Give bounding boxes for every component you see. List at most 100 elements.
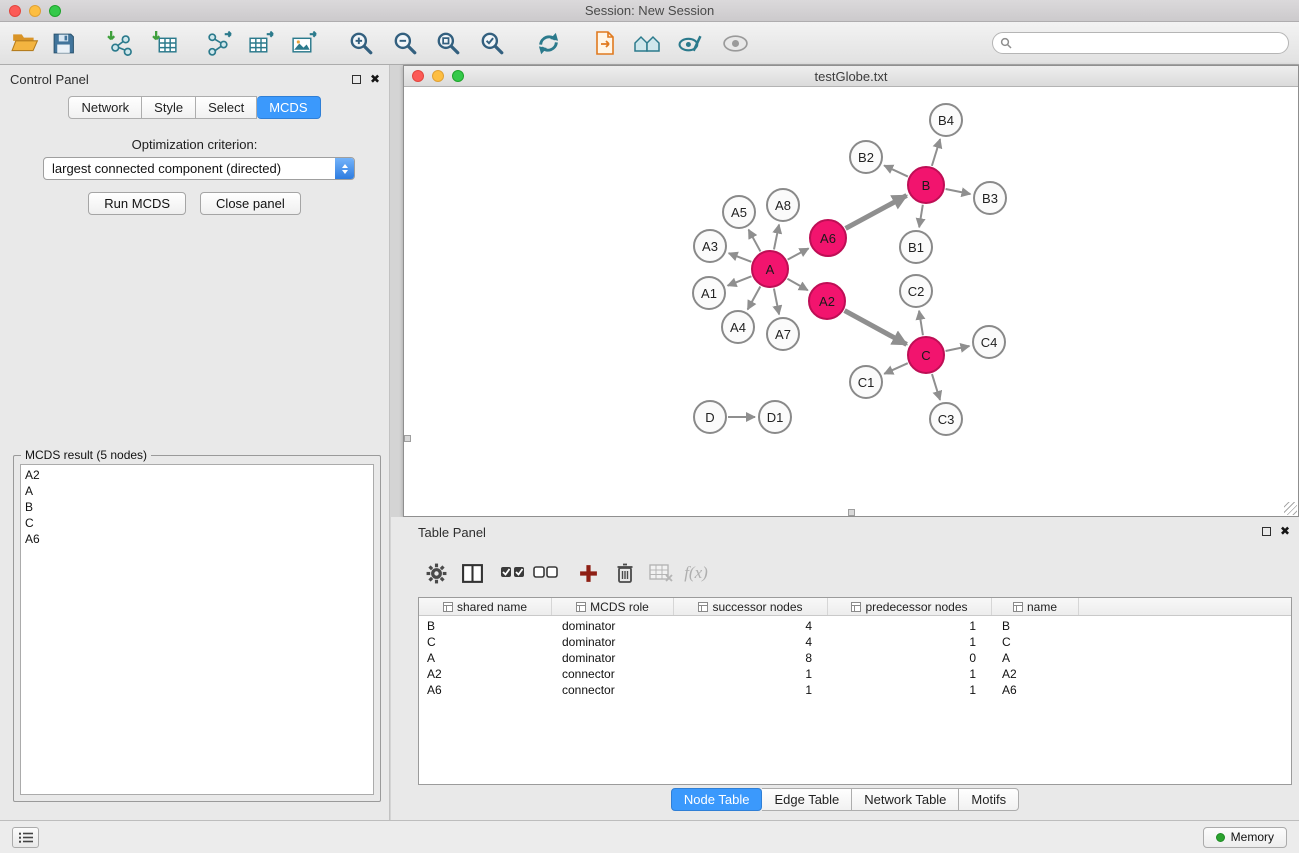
dropdown-stepper-icon[interactable] — [335, 158, 354, 179]
network-edge-A-A8[interactable] — [774, 225, 779, 250]
tab-node-table[interactable]: Node Table — [671, 788, 763, 811]
network-node-A7[interactable]: A7 — [766, 317, 800, 351]
mcds-result-list[interactable]: A2ABCA6 — [20, 464, 374, 795]
table-cell: 1 — [828, 666, 992, 682]
document-arrow-icon[interactable] — [588, 26, 622, 60]
network-node-B[interactable]: B — [907, 166, 945, 204]
columns-icon[interactable] — [457, 558, 487, 588]
network-node-C4[interactable]: C4 — [972, 325, 1006, 359]
network-edge-A-A4[interactable] — [748, 287, 761, 310]
table-float-panel-icon[interactable] — [1262, 527, 1271, 536]
tab-edge-table[interactable]: Edge Table — [762, 788, 852, 811]
network-edge-A-A5[interactable] — [749, 230, 761, 252]
column-header-shared-name[interactable]: shared name — [419, 598, 552, 615]
network-node-A4[interactable]: A4 — [721, 310, 755, 344]
network-edge-A-A7[interactable] — [774, 289, 779, 315]
network-edge-C-C2[interactable] — [919, 311, 923, 335]
network-node-C2[interactable]: C2 — [899, 274, 933, 308]
tab-network-table[interactable]: Network Table — [852, 788, 959, 811]
mcds-result-item[interactable]: A — [25, 483, 369, 499]
export-table-icon[interactable] — [243, 26, 277, 60]
task-history-button[interactable] — [12, 827, 39, 848]
close-panel-button[interactable]: Close panel — [200, 192, 301, 215]
network-node-D[interactable]: D — [693, 400, 727, 434]
network-node-C[interactable]: C — [907, 336, 945, 374]
import-table-icon[interactable] — [148, 26, 182, 60]
network-node-B1[interactable]: B1 — [899, 230, 933, 264]
mcds-result-item[interactable]: A6 — [25, 531, 369, 547]
tab-select[interactable]: Select — [196, 96, 257, 119]
save-icon[interactable] — [46, 26, 80, 60]
network-node-C3[interactable]: C3 — [929, 402, 963, 436]
mcds-result-item[interactable]: C — [25, 515, 369, 531]
network-edge-B-B3[interactable] — [946, 189, 971, 194]
close-panel-icon[interactable]: ✖ — [370, 73, 380, 85]
network-node-A8[interactable]: A8 — [766, 188, 800, 222]
optimization-criterion-dropdown[interactable]: largest connected component (directed) — [43, 157, 355, 180]
column-header-successor-nodes[interactable]: successor nodes — [674, 598, 828, 615]
network-edge-A6-B[interactable] — [846, 195, 907, 228]
search-box[interactable] — [992, 32, 1289, 54]
table-row[interactable]: A2connector11A2 — [419, 666, 1291, 682]
table-row[interactable]: Bdominator41B — [419, 618, 1291, 634]
table-row[interactable]: A6connector11A6 — [419, 682, 1291, 698]
column-header-predecessor-nodes[interactable]: predecessor nodes — [828, 598, 992, 615]
network-node-D1[interactable]: D1 — [758, 400, 792, 434]
network-canvas[interactable]: B4 B2 B B3 A5 A8 A6 B1 A3 A C2 A1 A2 A4 A7 C4 C C1 C3 D D1 — [404, 87, 1298, 516]
network-edge-B-B2[interactable] — [884, 165, 908, 176]
network-edge-B-B1[interactable] — [919, 205, 923, 228]
zoom-fit-icon[interactable] — [431, 26, 465, 60]
import-network-icon[interactable] — [103, 26, 137, 60]
zoom-in-icon[interactable] — [344, 26, 378, 60]
run-mcds-button[interactable]: Run MCDS — [88, 192, 186, 215]
network-node-B2[interactable]: B2 — [849, 140, 883, 174]
column-header-MCDS-role[interactable]: MCDS role — [552, 598, 674, 615]
zoom-out-icon[interactable] — [388, 26, 422, 60]
trash-icon[interactable] — [610, 558, 640, 588]
table-row[interactable]: Adominator80A — [419, 650, 1291, 666]
tab-mcds[interactable]: MCDS — [257, 96, 320, 119]
add-column-icon[interactable] — [573, 558, 603, 588]
network-edge-A-A6[interactable] — [788, 248, 809, 259]
network-node-B3[interactable]: B3 — [973, 181, 1007, 215]
tab-style[interactable]: Style — [142, 96, 196, 119]
eye-icon[interactable] — [718, 26, 752, 60]
network-edge-A2-C[interactable] — [845, 311, 907, 345]
unselect-all-icon[interactable] — [531, 558, 561, 588]
float-panel-icon[interactable] — [352, 75, 361, 84]
table-row[interactable]: Cdominator41C — [419, 634, 1291, 650]
network-node-B4[interactable]: B4 — [929, 103, 963, 137]
houses-icon[interactable] — [630, 26, 664, 60]
mcds-result-item[interactable]: B — [25, 499, 369, 515]
open-folder-icon[interactable] — [8, 26, 42, 60]
network-edge-B-B4[interactable] — [932, 139, 940, 166]
network-edge-C-C1[interactable] — [884, 363, 908, 374]
network-edge-A-A2[interactable] — [787, 279, 807, 290]
export-network-icon[interactable] — [201, 26, 235, 60]
network-node-A3[interactable]: A3 — [693, 229, 727, 263]
network-node-A2[interactable]: A2 — [808, 282, 846, 320]
tab-motifs[interactable]: Motifs — [959, 788, 1019, 811]
refresh-icon[interactable] — [531, 26, 565, 60]
network-edge-C-C3[interactable] — [932, 374, 940, 400]
zoom-selected-icon[interactable] — [475, 26, 509, 60]
memory-button[interactable]: Memory — [1203, 827, 1287, 848]
network-node-A5[interactable]: A5 — [722, 195, 756, 229]
network-node-A1[interactable]: A1 — [692, 276, 726, 310]
gear-icon[interactable] — [421, 558, 451, 588]
network-edge-C-C4[interactable] — [946, 346, 970, 351]
network-node-A[interactable]: A — [751, 250, 789, 288]
export-image-icon[interactable] — [286, 26, 320, 60]
node-table: shared nameMCDS rolesuccessor nodesprede… — [418, 597, 1292, 785]
network-edge-A-A3[interactable] — [729, 253, 752, 262]
mcds-result-item[interactable]: A2 — [25, 467, 369, 483]
eye-pencil-icon[interactable] — [673, 26, 707, 60]
network-node-C1[interactable]: C1 — [849, 365, 883, 399]
search-input[interactable] — [1012, 34, 1288, 52]
table-close-panel-icon[interactable]: ✖ — [1280, 525, 1290, 537]
tab-network[interactable]: Network — [68, 96, 142, 119]
network-node-A6[interactable]: A6 — [809, 219, 847, 257]
network-edge-A-A1[interactable] — [728, 276, 752, 285]
column-header-name[interactable]: name — [992, 598, 1079, 615]
select-all-icon[interactable] — [498, 558, 528, 588]
